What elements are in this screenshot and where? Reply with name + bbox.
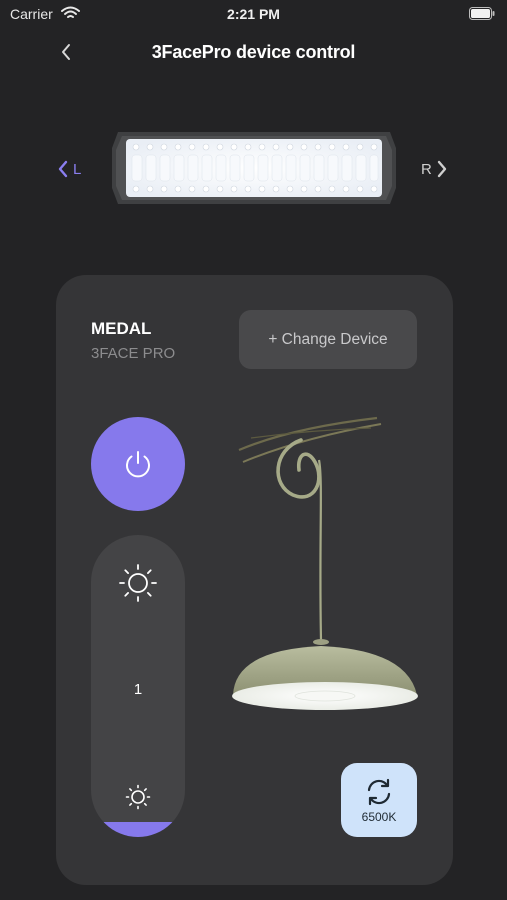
power-icon bbox=[126, 451, 150, 478]
brightness-value: 1 bbox=[133, 681, 143, 698]
pendant-lamp-image bbox=[232, 416, 418, 710]
battery-icon bbox=[469, 7, 495, 20]
device-name: MEDAL bbox=[91, 319, 152, 338]
brightness-fill bbox=[91, 821, 185, 837]
side-left-button[interactable]: L bbox=[57, 157, 81, 181]
chevron-left-icon bbox=[58, 160, 68, 178]
page-title: 3FacePro device control bbox=[151, 42, 356, 62]
device-model: 3FACE PRO bbox=[91, 345, 176, 362]
status-bar: Carrier 2:21 PM bbox=[0, 0, 507, 30]
device-card: MEDAL 3FACE PRO + Change Device 1 6500K bbox=[56, 275, 453, 885]
color-temperature-button[interactable]: 6500K bbox=[341, 763, 417, 837]
side-left-label: L bbox=[73, 160, 82, 178]
refresh-icon bbox=[367, 778, 391, 806]
power-button[interactable] bbox=[91, 417, 185, 511]
light-panel-image bbox=[112, 132, 396, 204]
color-temperature-label: 6500K bbox=[361, 810, 397, 824]
side-right-label: R bbox=[421, 160, 432, 178]
sun-small-icon bbox=[125, 784, 151, 810]
header: 3FacePro device control bbox=[0, 36, 507, 70]
brightness-slider[interactable]: 1 bbox=[91, 535, 185, 837]
status-time: 2:21 PM bbox=[227, 6, 280, 22]
chevron-right-icon bbox=[437, 160, 447, 178]
sun-icon bbox=[119, 564, 157, 602]
change-device-button[interactable]: + Change Device bbox=[239, 310, 417, 369]
side-right-button[interactable]: R bbox=[421, 157, 448, 181]
